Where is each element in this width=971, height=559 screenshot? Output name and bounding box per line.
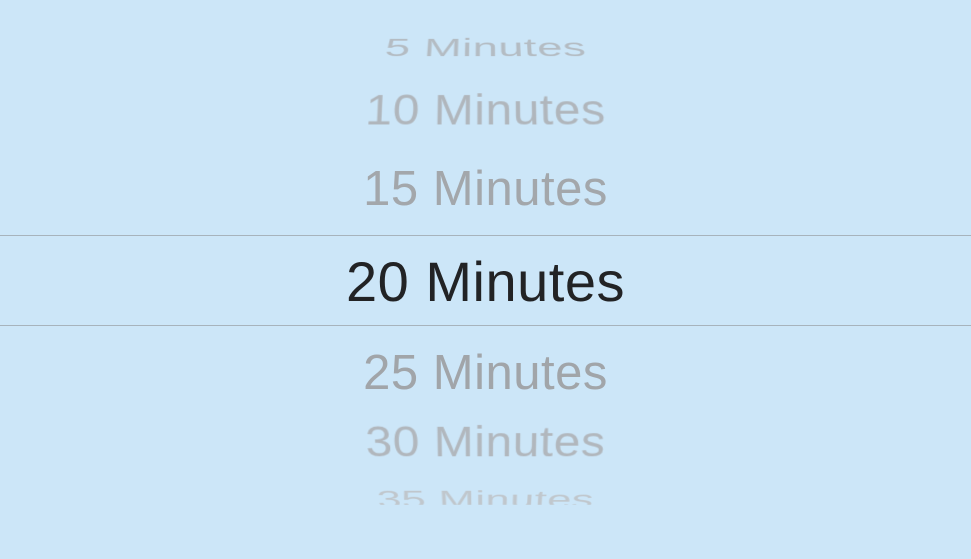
picker-option-35-minutes[interactable]: 35 Minutes (0, 488, 971, 512)
picker-option-30-minutes[interactable]: 30 Minutes (0, 421, 971, 464)
selection-divider-bottom (0, 325, 971, 326)
picker-option-5-minutes[interactable]: 5 Minutes (0, 35, 971, 60)
picker-option-15-minutes[interactable]: 15 Minutes (0, 165, 971, 214)
picker-option-25-minutes[interactable]: 25 Minutes (0, 349, 971, 398)
selection-divider-top (0, 235, 971, 236)
duration-picker-wheel[interactable]: 5 Minutes 10 Minutes 15 Minutes 20 Minut… (0, 0, 971, 559)
picker-option-selected[interactable]: 20 Minutes (0, 254, 971, 310)
picker-option-10-minutes[interactable]: 10 Minutes (0, 90, 971, 133)
